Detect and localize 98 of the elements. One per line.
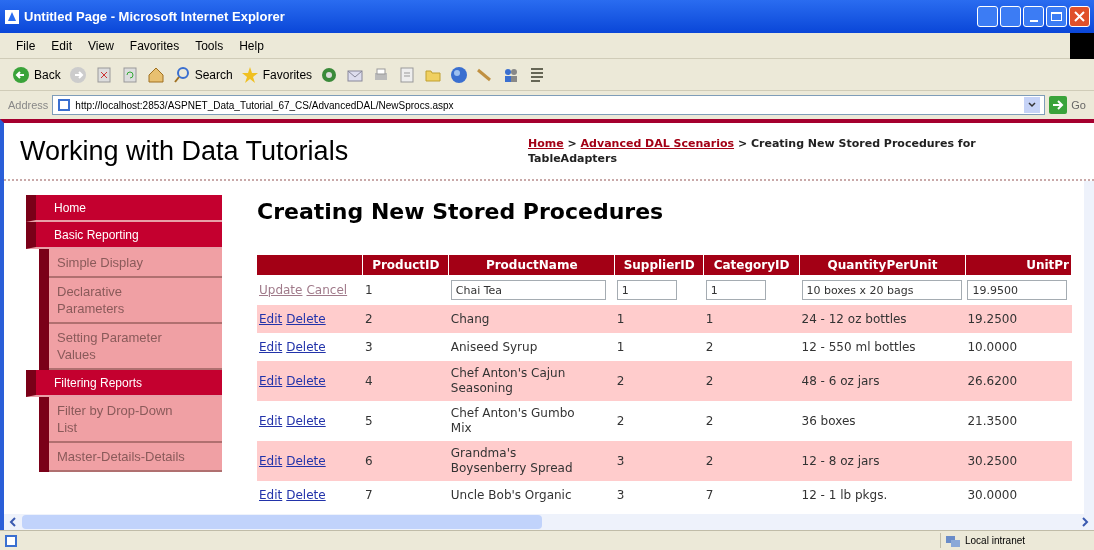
address-field[interactable]: http://localhost:2853/ASPNET_Data_Tutorial_67_CS/AdvancedDAL/NewSprocs.aspx [52, 95, 1046, 115]
vertical-scrollbar[interactable] [1084, 181, 1094, 514]
table-cell: 7 [705, 488, 714, 502]
table-cell: 7 [364, 488, 373, 502]
table-cell: 1 [705, 312, 714, 326]
window-title: Untitled Page - Microsoft Internet Explorer [24, 7, 285, 26]
table-cell: 6 [364, 454, 373, 468]
sidebar-item[interactable]: Basic Reporting [26, 222, 222, 249]
table-cell: 2 [705, 454, 714, 468]
table-cell: Chef Anton's Gumbo Mix [450, 406, 576, 436]
address-label: Address [8, 97, 49, 113]
action-link[interactable]: Edit [259, 340, 283, 354]
restore-button[interactable] [977, 6, 998, 27]
table-cell: 1 [364, 283, 373, 297]
site-title: Working with Data Tutorials [20, 134, 350, 168]
breadcrumb: Home > Advanced DAL Scenarios > Creating New Stored Procedures for TableAdapters [528, 136, 977, 166]
action-link[interactable]: Delete [286, 488, 326, 502]
table-cell: 30.2500 [967, 454, 1018, 468]
breadcrumb-link[interactable]: Advanced DAL Scenarios [580, 137, 735, 150]
toolbar-button[interactable]: Search [172, 65, 233, 84]
action-link[interactable]: Cancel [306, 283, 348, 297]
go-button[interactable]: Go [1049, 96, 1086, 114]
toolbar-button[interactable]: Favorites [240, 65, 313, 84]
table-cell: 1 [616, 312, 625, 326]
browser-icon [4, 8, 20, 25]
table-cell: 2 [616, 374, 625, 388]
text-field[interactable]: Chai Tea [450, 280, 606, 300]
text-field[interactable]: 19.9500 [967, 280, 1068, 300]
action-link[interactable]: Edit [259, 454, 283, 468]
page-icon [57, 98, 72, 112]
maximize-button[interactable] [1046, 6, 1067, 27]
table-cell: 10.0000 [967, 340, 1018, 354]
search-icon [172, 65, 191, 84]
sidebar-item[interactable]: Home [26, 195, 222, 222]
menu-item[interactable]: Tools [195, 36, 224, 55]
page-heading: Creating New Stored Procedures [257, 198, 665, 226]
globe-icon[interactable] [450, 65, 469, 84]
window-button[interactable] [1000, 6, 1021, 27]
action-link[interactable]: Edit [259, 374, 283, 388]
action-link[interactable]: Delete [286, 454, 326, 468]
action-link[interactable]: Delete [286, 312, 326, 326]
text-field[interactable]: 10 boxes x 20 bags [801, 280, 962, 300]
table-cell: 12 - 8 oz jars [801, 454, 880, 468]
action-link[interactable]: Delete [286, 340, 326, 354]
text-field[interactable]: 1 [705, 280, 766, 300]
table-cell: 30.0000 [967, 488, 1018, 502]
table-cell: 12 - 550 ml bottles [801, 340, 916, 354]
close-icon [1074, 11, 1085, 22]
menu-item[interactable]: Favorites [129, 36, 180, 55]
text-field[interactable]: 1 [616, 280, 677, 300]
table-cell-text: Chef Anton's Cajun Seasoning [450, 366, 567, 396]
table-cell: 19.2500 [967, 312, 1018, 326]
menu-item[interactable]: Help [239, 36, 264, 55]
action-link[interactable]: Delete [286, 374, 326, 388]
dropdown-icon[interactable] [1024, 97, 1041, 113]
page-icon [4, 533, 18, 548]
table-cell: 3 [616, 488, 625, 502]
table-cell: 2 [616, 414, 625, 428]
table-cell: 1 [616, 340, 625, 354]
table-cell: 2 [705, 414, 714, 428]
table-cell: 2 [705, 374, 714, 388]
breadcrumb-link[interactable]: Home [528, 137, 564, 150]
table-cell: 3 [616, 454, 625, 468]
table-cell: 48 - 6 oz jars [801, 374, 880, 388]
table-cell: 5 [364, 414, 373, 428]
page-icon[interactable] [94, 65, 113, 84]
action-link[interactable]: Delete [286, 414, 326, 428]
table-cell: 3 [364, 340, 373, 354]
table-cell: 36 boxes [801, 414, 856, 428]
table-cell-text: Grandma's Boysenberry Spread [450, 446, 574, 476]
table-cell: 2 [364, 312, 373, 326]
table-cell: 12 - 1 lb pkgs. [801, 488, 888, 502]
toolbar-button[interactable]: Back [12, 65, 61, 84]
scrollbar-thumb[interactable] [22, 515, 542, 529]
star-icon [240, 65, 259, 84]
table-cell: 2 [705, 340, 714, 354]
action-link[interactable]: Edit [259, 488, 283, 502]
action-link[interactable]: Update [259, 283, 303, 297]
action-link[interactable]: Edit [259, 312, 283, 326]
table-cell-text: Uncle Bob's Organic [450, 487, 573, 503]
close-button[interactable] [1069, 6, 1090, 27]
menu-item[interactable]: File [16, 36, 36, 55]
zone-label: Local intranet [965, 534, 1026, 548]
table-cell-text: Aniseed Syrup [450, 339, 539, 355]
minimize-button[interactable] [1023, 6, 1044, 27]
table-cell: 4 [364, 374, 373, 388]
menu-item[interactable]: View [88, 36, 114, 55]
sidebar-item[interactable]: Filtering Reports [26, 370, 222, 397]
action-link[interactable]: Edit [259, 414, 283, 428]
table-cell-text: Chang [450, 311, 491, 327]
horizontal-scrollbar[interactable] [4, 514, 1094, 530]
home-icon[interactable] [146, 65, 165, 84]
menu-item[interactable]: Edit [51, 36, 73, 55]
media-icon[interactable] [320, 65, 339, 84]
table-cell: 21.3500 [967, 414, 1018, 428]
table-cell: 26.6200 [967, 374, 1018, 388]
table-cell: 24 - 12 oz bottles [801, 312, 907, 326]
network-icon [945, 533, 961, 548]
